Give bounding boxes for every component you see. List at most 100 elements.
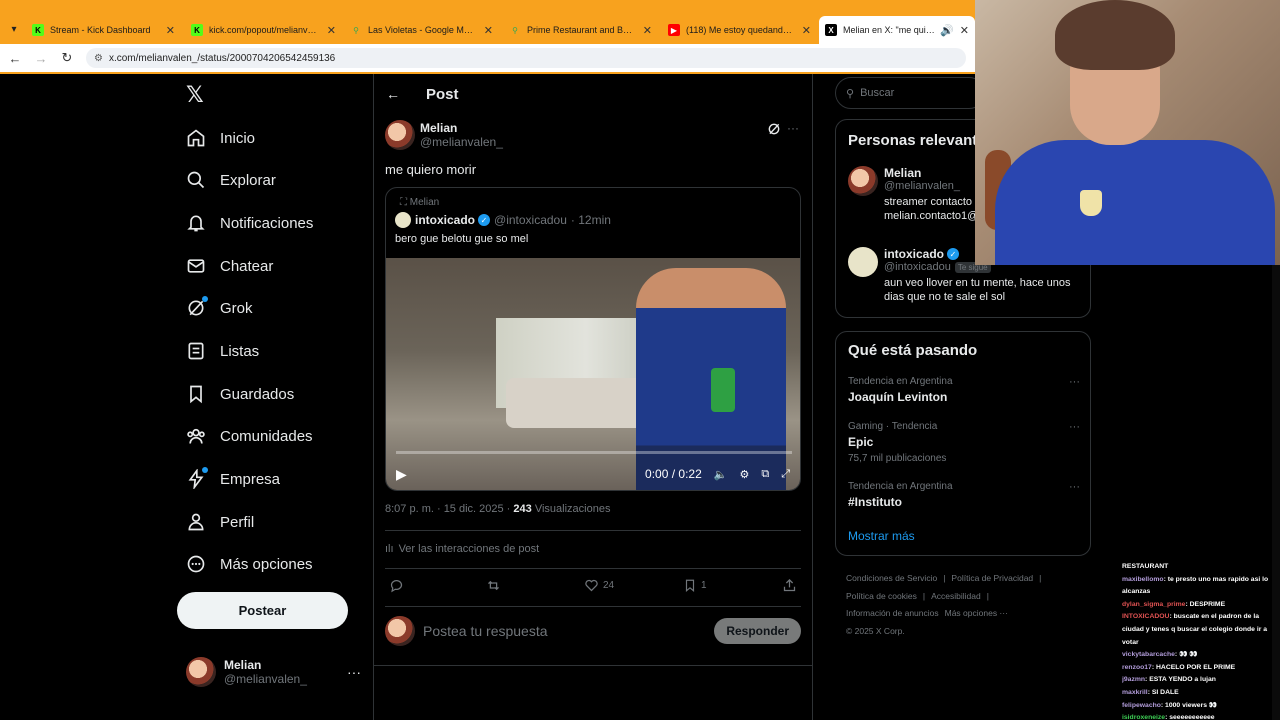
person-name[interactable]: intoxicado (884, 247, 944, 261)
close-tab-icon[interactable]: ✕ (643, 24, 652, 37)
url-field[interactable]: ⚙ x.com/melianvalen_/status/200070420654… (86, 48, 966, 68)
nav-item-listas[interactable]: Listas (186, 336, 259, 366)
nav-item-chatear[interactable]: Chatear (186, 251, 273, 281)
tab-search-dropdown-icon[interactable]: ▾ (6, 20, 22, 38)
chat-username[interactable]: felipewacho (1122, 702, 1161, 709)
chat-username[interactable]: INTOXICADOU (1122, 613, 1169, 620)
video-progress-bar[interactable] (396, 451, 792, 454)
reply-submit-button[interactable]: Responder (714, 618, 801, 644)
footer-link[interactable]: Accesibilidad (931, 591, 981, 601)
footer-link[interactable]: Información de anuncios (846, 608, 939, 618)
chat-username[interactable]: maxibellomo (1122, 576, 1164, 583)
close-tab-icon[interactable]: ✕ (484, 24, 493, 37)
browser-tab-prime-restaurant[interactable]: ⚲ Prime Restaurant and Bar - Goo ✕ (503, 18, 658, 42)
account-switcher[interactable]: Melian @melianvalen_ ··· (186, 656, 361, 688)
bookmark-button[interactable]: 1 (683, 578, 707, 593)
show-more-link[interactable]: Mostrar más (848, 529, 915, 543)
author-name[interactable]: Melian (420, 121, 503, 135)
quoted-author-handle[interactable]: @intoxicadou (494, 213, 567, 227)
forward-arrow-icon[interactable]: → (30, 51, 52, 66)
reply-button[interactable] (389, 578, 408, 593)
back-arrow-icon[interactable]: ← (4, 51, 26, 66)
person-handle[interactable]: @intoxicadou (884, 261, 951, 273)
nav-item-perfil[interactable]: Perfil (186, 507, 254, 537)
more-horizontal-icon[interactable]: ··· (1069, 421, 1080, 433)
trend-item[interactable]: Gaming · Tendencia Epic 75,7 mil publica… (848, 421, 1080, 464)
post-author[interactable]: Melian @melianvalen_ (385, 120, 503, 150)
footer-link[interactable]: Política de cookies (846, 591, 917, 601)
reply-input[interactable]: Postea tu respuesta (423, 623, 548, 639)
avatar[interactable] (848, 247, 878, 277)
nav-item-empresa[interactable]: Empresa (186, 464, 280, 494)
avatar[interactable] (848, 166, 878, 196)
chat-username[interactable]: dylan_sigma_prime (1122, 601, 1185, 608)
post-interactions-link[interactable]: ılı Ver las interacciones de post (385, 543, 539, 555)
nav-item-comunidades[interactable]: Comunidades (186, 421, 313, 451)
nav-item-explorar[interactable]: Explorar (186, 165, 276, 195)
reply-icon (390, 580, 403, 593)
video-player[interactable]: ▶ 0:00 / 0:22 🔈 ⚙ ⧉ ⤢ (386, 258, 800, 490)
close-tab-icon[interactable]: ✕ (960, 24, 969, 37)
share-button[interactable] (782, 578, 801, 593)
nav-item-notificaciones[interactable]: Notificaciones (186, 208, 313, 238)
browser-tab-x-post[interactable]: X Melian en X: "me quiero mo 🔊 ✕ (819, 16, 975, 44)
nav-item-guardados[interactable]: Guardados (186, 379, 294, 409)
quoted-author[interactable]: intoxicado ✓ @intoxicadou · 12min (395, 212, 611, 228)
trend-item[interactable]: Tendencia en Argentina #Instituto ··· (848, 481, 1080, 509)
close-tab-icon[interactable]: ✕ (166, 24, 175, 37)
fullscreen-icon[interactable]: ⤢ (781, 468, 790, 481)
post-timestamp[interactable]: 8:07 p. m. · 15 dic. 2025 · (385, 503, 510, 515)
back-arrow-icon[interactable]: ← (386, 86, 402, 102)
trend-title[interactable]: Joaquín Levinton (848, 390, 1080, 404)
trend-context: Tendencia en Argentina (848, 376, 953, 387)
reload-icon[interactable]: ↻ (56, 50, 78, 66)
nav-item-inicio[interactable]: Inicio (186, 123, 255, 153)
footer-link[interactable]: Condiciones de Servicio (846, 573, 937, 583)
search-icon (186, 170, 206, 190)
post-button[interactable]: Postear (177, 592, 348, 629)
quoted-author-name[interactable]: intoxicado (415, 213, 475, 227)
trend-title[interactable]: #Instituto (848, 495, 1080, 509)
browser-tab-kick-dashboard[interactable]: K Stream - Kick Dashboard ✕ (26, 18, 181, 42)
chat-text: RESTAURANT (1122, 563, 1169, 570)
pip-icon[interactable]: ⧉ (761, 468, 769, 481)
trend-title[interactable]: Epic (848, 435, 1080, 449)
more-horizontal-icon[interactable]: ··· (787, 121, 799, 135)
avatar[interactable] (385, 120, 415, 150)
speaker-icon[interactable]: 🔊 (940, 24, 954, 37)
browser-tab-las-violetas[interactable]: ⚲ Las Violetas - Google Maps ✕ (344, 18, 499, 42)
chat-username[interactable]: maxkrill (1122, 689, 1148, 696)
chat-username[interactable]: vickytabarcache (1122, 651, 1175, 658)
nav-item-mas-opciones[interactable]: Más opciones (186, 549, 313, 579)
search-input[interactable]: ⚲ Buscar (835, 77, 985, 109)
browser-tab-youtube[interactable]: ▶ (118) Me estoy quedando CALV ✕ (662, 18, 817, 42)
close-tab-icon[interactable]: ✕ (327, 24, 336, 37)
play-icon[interactable]: ▶ (396, 466, 407, 483)
stream-chat-overlay: RESTAURANT maxibellomo: te presto uno mas… (1122, 561, 1280, 720)
chat-username[interactable]: isidroxeneize (1122, 714, 1165, 720)
volume-icon[interactable]: 🔈 (714, 468, 728, 481)
more-horizontal-icon[interactable]: ··· (347, 664, 361, 680)
footer-link[interactable]: Más opciones ··· (945, 608, 1008, 618)
grok-icon[interactable] (767, 122, 781, 136)
quoted-post[interactable]: ⛶ Melian intoxicado ✓ @intoxicadou · 12m… (385, 187, 801, 491)
author-handle[interactable]: @melianvalen_ (420, 135, 503, 149)
nav-item-grok[interactable]: Grok (186, 293, 253, 323)
footer-link[interactable]: Política de Privacidad (951, 573, 1033, 583)
like-button[interactable]: 24 (584, 578, 614, 593)
avatar[interactable] (395, 212, 411, 228)
chat-username[interactable]: j9azmn (1122, 676, 1145, 683)
repost-button[interactable] (485, 578, 506, 593)
quoted-age: · 12min (570, 213, 611, 227)
chat-username[interactable]: renzoo17 (1122, 664, 1152, 671)
settings-icon[interactable]: ⚙ (739, 468, 749, 481)
close-tab-icon[interactable]: ✕ (802, 24, 811, 37)
more-horizontal-icon[interactable]: ··· (1069, 376, 1080, 388)
nav-label: Inicio (220, 129, 256, 147)
browser-tab-kick-popout[interactable]: K kick.com/popout/melianvalen/ ✕ (185, 18, 342, 42)
trend-item[interactable]: Tendencia en Argentina Joaquín Levinton … (848, 376, 1080, 404)
site-settings-icon[interactable]: ⚙ (94, 53, 103, 64)
more-horizontal-icon[interactable]: ··· (1069, 481, 1080, 493)
x-logo-icon[interactable]: 𝕏 (186, 84, 208, 106)
post-meta: 8:07 p. m. · 15 dic. 2025 · 243 Visualiz… (385, 503, 610, 515)
